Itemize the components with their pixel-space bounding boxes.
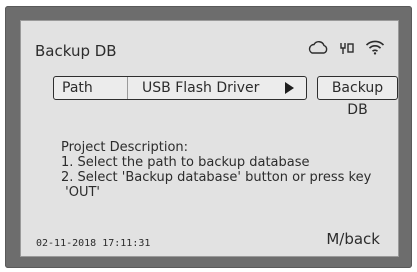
lcd-screen: Backup DB Path USB Flash Driver Backup D… (20, 20, 399, 257)
datetime-readout: 02-11-2018 17:11:31 (36, 238, 151, 249)
description-heading: Project Description: (61, 140, 189, 155)
description-line: 'OUT' (61, 185, 100, 200)
project-description: Project Description: 1. Select the path … (61, 140, 371, 200)
play-arrow-icon[interactable] (285, 82, 294, 94)
screen-title: Backup DB (35, 42, 117, 60)
back-hint[interactable]: M/back (326, 230, 380, 248)
status-bar (307, 40, 385, 55)
path-value-text: USB Flash Driver (142, 80, 260, 96)
description-line: 1. Select the path to backup database (61, 155, 310, 170)
path-value[interactable]: USB Flash Driver (128, 77, 306, 99)
cloud-icon (307, 40, 329, 55)
backup-db-button[interactable]: Backup DB (317, 76, 398, 118)
path-row: Path USB Flash Driver Backup DB (53, 76, 398, 118)
wifi-icon (365, 40, 385, 55)
path-label: Path (54, 77, 128, 99)
path-selector[interactable]: Path USB Flash Driver (53, 76, 307, 100)
usb-icon (339, 41, 355, 55)
description-line: 2. Select 'Backup database' button or pr… (61, 170, 372, 185)
